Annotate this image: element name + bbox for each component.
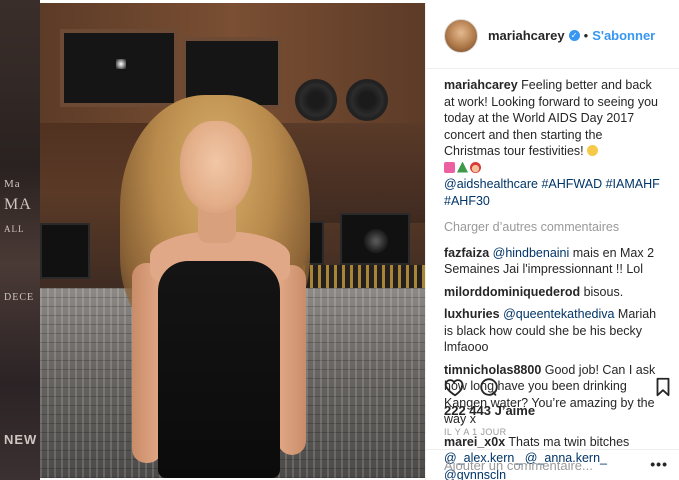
- follow-button[interactable]: S'abonner: [592, 28, 655, 43]
- backdrop-text: Ma: [4, 178, 21, 190]
- comment-bubble-icon[interactable]: [478, 376, 500, 398]
- more-options-icon[interactable]: •••: [650, 457, 668, 471]
- post-username[interactable]: mariahcarey: [488, 28, 565, 43]
- bookmark-icon[interactable]: [652, 376, 674, 398]
- studio-window: [60, 29, 178, 107]
- speaker: [295, 79, 337, 121]
- christmas-tree-emoji-icon: [457, 161, 468, 173]
- caption-username[interactable]: mariahcarey: [444, 78, 518, 92]
- backdrop-text: NEW: [4, 432, 38, 447]
- sparkling-heart-emoji-icon: [444, 161, 455, 173]
- comment-username[interactable]: luxhuries: [444, 307, 500, 321]
- studio-monitor: [340, 213, 410, 265]
- post-header: mariahcarey ✓ • S'abonner: [426, 3, 679, 69]
- load-more-comments-link[interactable]: Charger d’autres commentaires: [444, 219, 661, 236]
- comment-item: milorddominiquederod bisous.: [444, 284, 661, 301]
- comment-username[interactable]: timnicholas8800: [444, 363, 541, 377]
- caption-hashtags[interactable]: @aidshealthcare #AHFWAD #IAMAHF #AHF30: [444, 177, 660, 208]
- likes-count[interactable]: 222 443 J’aime: [444, 403, 535, 418]
- post-actions: [444, 376, 670, 400]
- comment-item: fazfaiza @hindbenaini mais en Max 2 Sema…: [444, 245, 661, 278]
- avatar[interactable]: [444, 18, 478, 53]
- black-dress: [158, 261, 280, 478]
- arm: [278, 265, 306, 455]
- comment-text: Thats ma twin bitches: [505, 434, 630, 449]
- post-timestamp: IL Y A 1 JOUR: [444, 427, 507, 437]
- heart-icon[interactable]: [444, 376, 466, 398]
- comment-mention[interactable]: @queentekathediva: [503, 307, 614, 321]
- comment-username[interactable]: fazfaiza: [444, 246, 489, 260]
- backdrop-text: MA: [4, 196, 32, 213]
- backdrop-text: DECE: [4, 292, 35, 303]
- comment-text: bisous.: [580, 284, 624, 299]
- comment-mention[interactable]: @hindbenaini: [493, 246, 570, 260]
- post-photo[interactable]: [40, 3, 425, 478]
- separator: •: [583, 28, 589, 43]
- speaker: [346, 79, 388, 121]
- post-sidebar: mariahcarey ✓ • S'abonner mariahcarey Fe…: [425, 3, 679, 480]
- page-backdrop: Ma MA ALL DECE NEW: [0, 0, 40, 480]
- comment-item: luxhuries @queentekathediva Mariah is bl…: [444, 306, 661, 356]
- backdrop-text: ALL: [4, 224, 25, 234]
- studio-monitor: [40, 223, 90, 279]
- hugging-face-emoji-icon: [587, 145, 599, 156]
- comments-list: mariahcarey Feeling better and back at w…: [426, 69, 679, 480]
- verified-badge-icon: ✓: [568, 30, 580, 41]
- caption: mariahcarey Feeling better and back at w…: [444, 77, 661, 209]
- face: [180, 121, 252, 213]
- add-comment-input[interactable]: [444, 457, 644, 473]
- santa-emoji-icon: [470, 161, 481, 173]
- add-comment-bar: •••: [426, 449, 679, 480]
- comment-username[interactable]: milorddominiquederod: [444, 285, 580, 299]
